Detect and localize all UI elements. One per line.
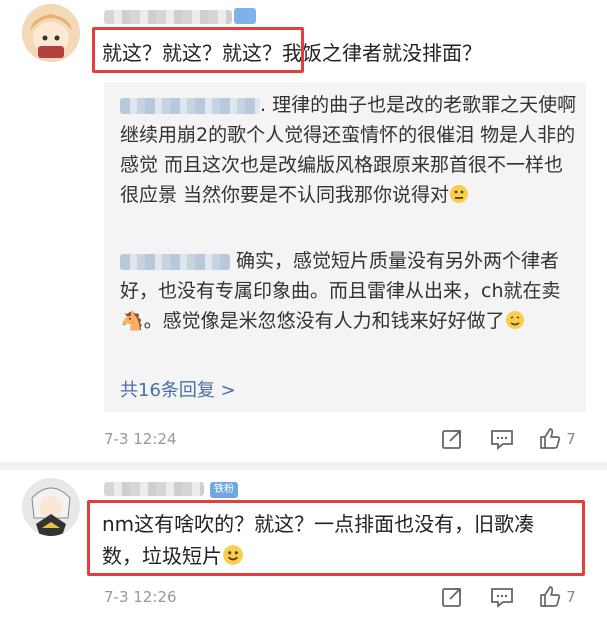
emoji-icon [450, 185, 469, 203]
action-bar: 7 [427, 583, 587, 611]
comment-card: 就这？就这？就这？我饭之律者就没排面？ . 理律的曲子也是改的老歌罪之天使啊 继… [0, 0, 607, 468]
share-icon [442, 588, 461, 607]
avatar[interactable] [22, 4, 80, 62]
comment-icon [491, 430, 513, 450]
emoji-icon [505, 311, 524, 329]
emoji-icon [223, 545, 243, 565]
comment-card: 铁粉 nm这有啥吹的？就这？一点排面也没有，旧歌凑 数，垃圾短片 7-3 12:… [0, 470, 607, 618]
like-icon [540, 428, 561, 449]
reply-item[interactable]: . 理律的曲子也是改的老歌罪之天使啊 继续用崩2的歌个人觉得还蛮情怀的很催泪 物… [120, 90, 580, 210]
avatar[interactable] [22, 478, 80, 536]
comment-text: nm这有啥吹的？就这？一点排面也没有，旧歌凑 数，垃圾短片 [102, 508, 534, 572]
more-replies-link[interactable]: 共16条回复 > [120, 376, 236, 402]
comment-button[interactable] [477, 425, 527, 453]
like-icon [540, 586, 561, 607]
comment-text-rest: 我饭之律者就没排面？ [282, 41, 482, 65]
comment-text-line: nm这有啥吹的？就这？一点排面也没有，旧歌凑 [102, 512, 535, 536]
comment-text-line: 数，垃圾短片 [102, 540, 534, 572]
user-badge [234, 8, 256, 24]
like-count: 7 [566, 588, 576, 606]
comment-icon [491, 588, 513, 608]
replies-panel: . 理律的曲子也是改的老歌罪之天使啊 继续用崩2的歌个人觉得还蛮情怀的很催泪 物… [104, 82, 586, 412]
like-button[interactable]: 7 [527, 425, 587, 453]
username[interactable] [104, 482, 204, 496]
like-button[interactable]: 7 [527, 583, 587, 611]
highlight-box [92, 27, 304, 73]
like-count: 7 [566, 430, 576, 448]
username[interactable] [104, 10, 232, 24]
user-badge: 铁粉 [210, 482, 238, 498]
comment-button[interactable] [477, 583, 527, 611]
share-button[interactable] [427, 425, 477, 453]
reply-item[interactable]: 确实，感觉短片质量没有另外两个律者好，也没有专属印象曲。而且雷律从出来，ch就在… [120, 246, 580, 336]
action-bar: 7 [427, 425, 587, 453]
timestamp: 7-3 12:26 [104, 588, 177, 606]
divider [0, 462, 607, 470]
reply-username[interactable] [120, 97, 260, 114]
share-icon [442, 430, 461, 449]
timestamp: 7-3 12:24 [104, 430, 177, 448]
reply-username[interactable] [120, 253, 230, 270]
share-button[interactable] [427, 583, 477, 611]
